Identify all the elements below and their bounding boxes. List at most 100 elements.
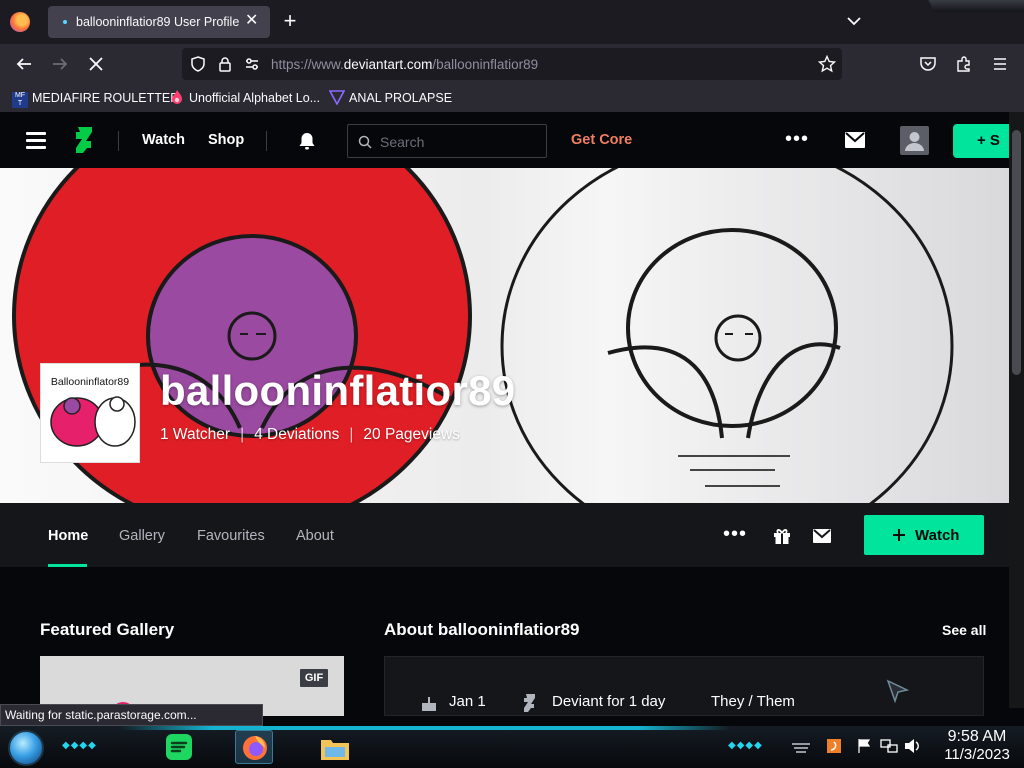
get-core-link[interactable]: Get Core	[571, 132, 632, 148]
see-all-link[interactable]: See all	[942, 622, 986, 638]
action-center-flag-icon[interactable]	[856, 738, 872, 754]
taskbar-decoration: ◆◆◆◆	[62, 740, 97, 751]
clock-date: 11/3/2023	[944, 746, 1010, 763]
hamburger-menu-icon[interactable]	[26, 132, 46, 149]
back-button[interactable]	[14, 54, 34, 74]
tab-title: ballooninflatior89 User Profile | Devian…	[76, 15, 242, 29]
bookmark-anal-prolapse[interactable]: ANAL PROLAPSE	[329, 89, 452, 107]
tab-gallery[interactable]: Gallery	[119, 528, 165, 544]
tab-favourites[interactable]: Favourites	[197, 528, 265, 544]
gift-icon[interactable]	[773, 527, 791, 545]
shield-icon[interactable]	[190, 56, 206, 72]
deviant-since-text: Deviant for 1 day	[552, 693, 666, 710]
page-scrollbar[interactable]	[1009, 112, 1024, 708]
permissions-icon[interactable]	[244, 56, 260, 72]
bookmark-star-icon[interactable]	[818, 55, 836, 73]
user-silhouette-icon	[905, 132, 924, 151]
network-icon[interactable]	[880, 738, 898, 754]
more-options-button[interactable]: •••	[785, 128, 809, 151]
pageview-count: 20 Pageviews	[363, 426, 460, 443]
gif-badge: GIF	[300, 669, 328, 687]
close-tab-icon[interactable]: ✕	[245, 11, 258, 31]
featured-gallery-heading: Featured Gallery	[40, 620, 175, 639]
header-divider	[118, 131, 119, 151]
search-icon	[358, 135, 372, 149]
about-heading: About ballooninflatior89	[384, 620, 580, 639]
status-bar: Waiting for static.parastorage.com...	[0, 704, 263, 726]
header-divider	[266, 131, 267, 151]
java-update-icon[interactable]	[826, 738, 842, 754]
cake-icon	[422, 697, 436, 711]
firefox-taskbar-button[interactable]	[235, 730, 273, 764]
avatar-caption: Ballooninflator89	[50, 376, 130, 388]
stop-x-icon	[89, 57, 103, 71]
extensions-icon[interactable]	[955, 55, 973, 73]
shop-link[interactable]: Shop	[208, 132, 244, 148]
url-text: https://www.deviantart.com/ballooninflat…	[271, 57, 539, 72]
firefox-menu-icon[interactable]	[10, 12, 30, 32]
profile-more-button[interactable]: •••	[723, 523, 747, 546]
taskbar: ◆◆◆◆ ◆◆◆◆ 9:58 AM 11/3/2023	[0, 726, 1024, 768]
bell-icon[interactable]	[297, 131, 317, 151]
start-button[interactable]	[8, 730, 44, 766]
browser-tab[interactable]: ballooninflatior89 User Profile | Devian…	[48, 6, 270, 38]
profile-stats: 1 Watcher | 4 Deviations | 20 Pageviews	[160, 426, 460, 443]
mediafire-icon: MF T	[12, 92, 28, 108]
taskbar-decoration: ◆◆◆◆	[728, 740, 763, 751]
stop-loading-button[interactable]	[86, 54, 106, 74]
search-input[interactable]: Search	[347, 124, 547, 158]
new-tab-button[interactable]: +	[280, 10, 300, 32]
plus-icon	[893, 529, 905, 541]
user-avatar[interactable]	[900, 126, 929, 155]
file-explorer-icon	[321, 740, 349, 760]
profile-username: ballooninflatior89	[160, 367, 516, 414]
loading-dot-icon	[63, 20, 67, 24]
mail-icon[interactable]	[845, 132, 865, 148]
tab-list-chevron-icon[interactable]	[845, 12, 863, 30]
system-clock[interactable]: 9:58 AM 11/3/2023	[932, 728, 1022, 764]
profile-avatar[interactable]: Ballooninflator89	[40, 363, 140, 463]
triangle-icon	[329, 90, 345, 105]
back-arrow-icon	[16, 58, 31, 70]
forward-button[interactable]	[50, 54, 70, 74]
deviantart-logo-icon[interactable]	[74, 127, 94, 153]
taskbar-glow	[120, 726, 730, 730]
forward-arrow-icon	[53, 58, 68, 70]
avatar-art-image	[50, 396, 136, 447]
profile-cover-banner	[0, 168, 1009, 503]
firefox-icon	[243, 736, 267, 760]
search-placeholder: Search	[380, 134, 425, 150]
deviation-count[interactable]: 4 Deviations	[254, 426, 339, 443]
cursor-pointer-icon	[886, 679, 910, 704]
app-menu-icon[interactable]	[991, 55, 1009, 73]
tab-home[interactable]: Home	[48, 528, 88, 544]
clock-time: 9:58 AM	[947, 728, 1007, 745]
spotify-taskbar-button[interactable]	[160, 730, 198, 764]
note-mail-icon[interactable]	[813, 529, 831, 543]
spotify-icon	[166, 734, 192, 760]
deviantart-header: Watch Shop Search Get Core ••• + S	[0, 112, 1024, 168]
volume-icon[interactable]	[904, 738, 922, 754]
bookmark-mediafire-rouletter[interactable]: MF T MEDIAFIRE ROULETTER	[12, 89, 179, 108]
pronouns-text: They / Them	[711, 693, 795, 710]
file-explorer-taskbar-button[interactable]	[316, 730, 354, 764]
browser-toolbar: https://www.deviantart.com/ballooninflat…	[0, 44, 1024, 84]
cover-art-image	[12, 168, 954, 503]
lock-icon[interactable]	[217, 56, 233, 72]
watch-link[interactable]: Watch	[142, 132, 185, 148]
browser-tab-strip: ballooninflatior89 User Profile | Devian…	[0, 0, 1024, 44]
window-controls[interactable]	[928, 0, 1024, 12]
pocket-icon[interactable]	[919, 55, 937, 73]
flame-icon	[172, 90, 182, 104]
watcher-count[interactable]: 1 Watcher	[160, 426, 230, 443]
screen: ballooninflatior89 User Profile | Devian…	[0, 0, 1024, 768]
scrollbar-thumb[interactable]	[1012, 130, 1021, 375]
bookmark-unofficial-alphabet[interactable]: Unofficial Alphabet Lo...	[169, 89, 320, 107]
show-hidden-icons-icon[interactable]	[790, 741, 812, 755]
watch-button[interactable]: Watch	[864, 515, 984, 555]
birthday-text: Jan 1	[449, 693, 486, 710]
address-bar[interactable]: https://www.deviantart.com/ballooninflat…	[182, 48, 842, 80]
profile-tab-bar: Home Gallery Favourites About ••• Watch	[0, 503, 1009, 567]
profile-content: Featured Gallery About ballooninflatior8…	[0, 567, 1009, 716]
tab-about[interactable]: About	[296, 528, 334, 544]
